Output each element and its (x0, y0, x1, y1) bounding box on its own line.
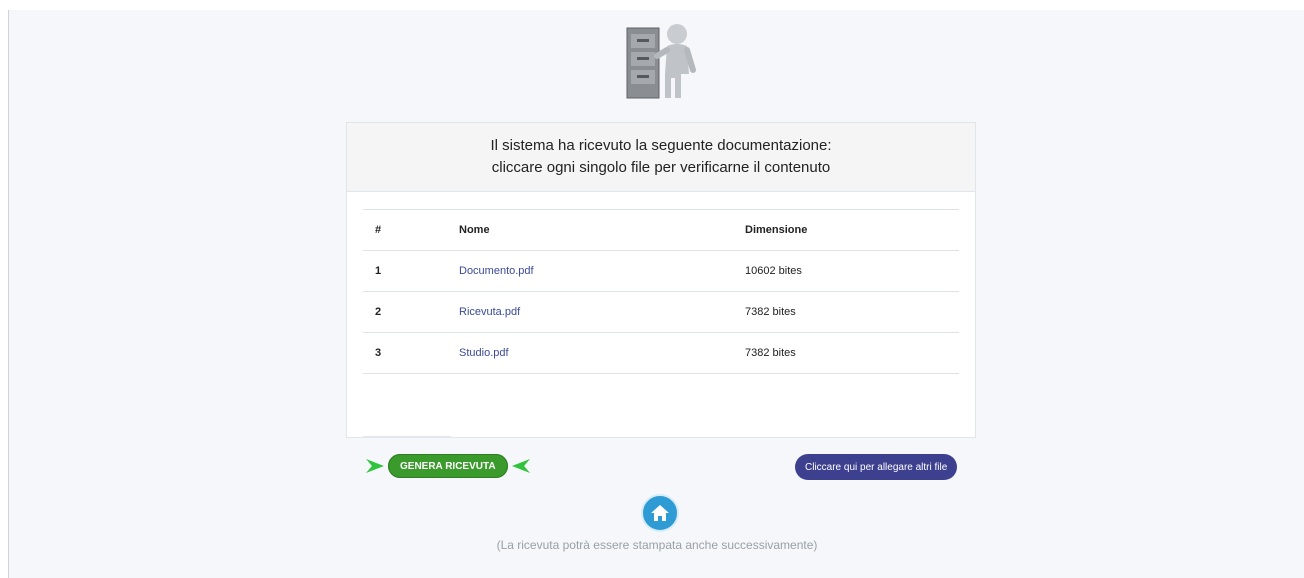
generate-receipt-group: GENERA RICEVUTA (364, 453, 532, 479)
header-line-2: cliccare ogni singolo file per verificar… (491, 159, 831, 176)
table-row: 2 Ricevuta.pdf 7382 bites (363, 291, 959, 333)
attach-files-button[interactable]: Cliccare qui per allegare altri file (795, 454, 958, 480)
file-size: 10602 bites (733, 250, 959, 292)
table-row: 3 Studio.pdf 7382 bites (363, 332, 959, 374)
header-line-1: Il sistema ha ricevuto la seguente docum… (490, 137, 832, 154)
table-header-row: # Nome Dimensione (363, 209, 959, 251)
row-number: 1 (363, 250, 447, 292)
file-size: 7382 bites (733, 291, 959, 333)
file-link[interactable]: Studio.pdf (459, 347, 509, 359)
generate-receipt-button[interactable]: GENERA RICEVUTA (388, 454, 508, 478)
column-header-size: Dimensione (733, 209, 959, 251)
scroll-indicator (363, 436, 451, 438)
documents-card: Il sistema ha ricevuto la seguente docum… (346, 122, 976, 438)
file-size: 7382 bites (733, 332, 959, 374)
column-header-name: Nome (447, 209, 733, 251)
card-header: Il sistema ha ricevuto la seguente docum… (347, 123, 975, 192)
files-table: # Nome Dimensione 1 Documento.pdf 10602 … (363, 209, 959, 374)
row-number: 2 (363, 291, 447, 333)
left-arrow-icon (511, 459, 530, 473)
table-row: 1 Documento.pdf 10602 bites (363, 250, 959, 292)
file-link[interactable]: Documento.pdf (459, 265, 534, 277)
home-button[interactable] (641, 494, 679, 532)
column-header-number: # (363, 209, 447, 251)
right-arrow-icon (366, 459, 384, 473)
page-background: Il sistema ha ricevuto la seguente docum… (8, 10, 1304, 578)
file-link[interactable]: Ricevuta.pdf (459, 306, 520, 318)
filing-cabinet-figure-icon (626, 24, 696, 99)
receipt-note: (La ricevuta potrà essere stampata anche… (496, 538, 818, 552)
row-number: 3 (363, 332, 447, 374)
home-icon (651, 505, 669, 521)
